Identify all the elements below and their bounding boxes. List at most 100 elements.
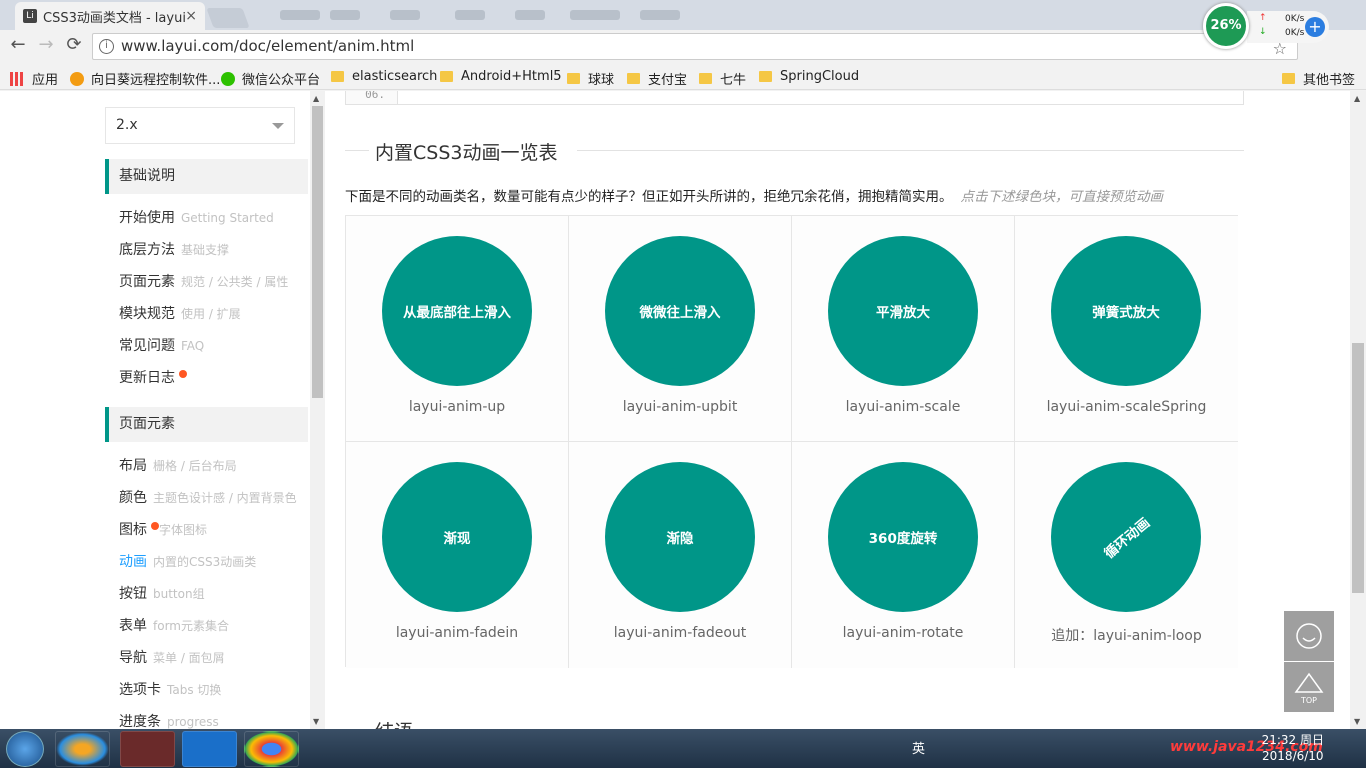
chrome-taskbar-icon[interactable] [244, 731, 299, 767]
sidebar-item-animation[interactable]: 动画 内置的CSS3动画类 [119, 551, 256, 571]
scroll-up-icon[interactable]: ▲ [1354, 94, 1360, 103]
new-dot-icon [151, 522, 159, 530]
sidebar-scrollbar[interactable]: ▲ ▼ [310, 91, 325, 729]
bookmark-qiniu[interactable]: 七牛 [699, 69, 746, 88]
anim-preview-rotate[interactable]: 360度旋转 [828, 462, 978, 612]
url-text: www.layui.com/doc/element/anim.html [121, 37, 415, 55]
layui-favicon-icon: Li [23, 9, 37, 23]
reload-icon[interactable]: ⟳ [60, 34, 88, 55]
new-tab-button[interactable] [206, 8, 250, 28]
sidebar-item-tabs[interactable]: 选项卡 Tabs 切换 [119, 679, 221, 699]
sidebar-item-icon[interactable]: 图标 字体图标 [119, 519, 207, 539]
anim-class-name: layui-anim-up [408, 399, 506, 415]
sidebar-item-getting-started[interactable]: 开始使用 Getting Started [119, 207, 274, 227]
bookmark-apps[interactable]: 应用 [10, 69, 58, 88]
anim-cell: 循环动画 追加：layui-anim-loop [1015, 442, 1238, 668]
sidebar-scroll-thumb[interactable] [312, 106, 323, 398]
bookmark-elasticsearch[interactable]: elasticsearch [331, 69, 437, 84]
smile-icon [1296, 623, 1322, 649]
bookmark-springcloud[interactable]: SpringCloud [759, 69, 859, 84]
code-block: 06. [345, 91, 1244, 105]
site-info-icon[interactable]: i [99, 39, 114, 54]
scroll-down-icon[interactable]: ▼ [313, 717, 319, 726]
page-scroll-thumb[interactable] [1352, 343, 1364, 593]
sidebar-item-changelog[interactable]: 更新日志 [119, 367, 187, 387]
bookmark-other[interactable]: 其他书签 [1282, 69, 1355, 88]
blurred-region [390, 10, 420, 20]
upload-speed: 0K/s [1285, 14, 1305, 24]
scroll-up-icon[interactable]: ▲ [313, 94, 319, 103]
folder-icon [440, 71, 453, 82]
anim-cell: 平滑放大 layui-anim-scale [792, 216, 1015, 442]
download-arrow-icon: ↓ [1259, 27, 1267, 37]
taskbar-app-icon[interactable] [120, 731, 175, 767]
upload-arrow-icon: ↑ [1259, 13, 1267, 23]
anim-preview-loop[interactable]: 循环动画 [1051, 462, 1201, 612]
folder-icon [1282, 73, 1295, 84]
sidebar-item-base-methods[interactable]: 底层方法 基础支撑 [119, 239, 229, 259]
anim-preview-fadein[interactable]: 渐现 [382, 462, 532, 612]
description: 下面是不同的动画类名，数量可能有点少的样子？但正如开头所讲的，拒绝冗余花俏，拥抱… [345, 189, 1163, 205]
url-bar[interactable]: i www.layui.com/doc/element/anim.html ☆ [92, 33, 1298, 60]
taskbar-app-icon[interactable] [182, 731, 237, 767]
sidebar-item-module-spec[interactable]: 模块规范 使用 / 扩展 [119, 303, 241, 323]
folder-icon [567, 73, 580, 84]
sidebar-item-form[interactable]: 表单 form元素集合 [119, 615, 229, 635]
folder-icon [699, 73, 712, 84]
anim-preview-fadeout[interactable]: 渐隐 [605, 462, 755, 612]
anim-preview-scalespring[interactable]: 弹簧式放大 [1051, 236, 1201, 386]
sidebar-item-nav[interactable]: 导航 菜单 / 面包屑 [119, 647, 225, 667]
sidebar-item-progress[interactable]: 进度条 progress [119, 711, 219, 729]
bookmark-wechat[interactable]: 微信公众平台 [221, 69, 320, 88]
code-line-number: 06. [346, 91, 398, 104]
plus-icon[interactable]: + [1305, 17, 1325, 37]
new-dot-icon [179, 370, 187, 378]
back-to-top-button[interactable]: TOP [1284, 662, 1334, 712]
anim-class-name: layui-anim-rotate [842, 625, 964, 641]
sidebar-item-color[interactable]: 颜色 主题色设计感 / 内置背景色 [119, 487, 297, 507]
anim-class-name: layui-anim-scale [845, 399, 961, 415]
back-arrow-icon[interactable]: ← [4, 34, 32, 55]
blurred-region [280, 10, 320, 20]
anim-preview-scale[interactable]: 平滑放大 [828, 236, 978, 386]
folder-icon [627, 73, 640, 84]
sidebar-item-layout[interactable]: 布局 栅格 / 后台布局 [119, 455, 237, 475]
bookmark-alipay[interactable]: 支付宝 [627, 69, 687, 88]
sidebar-item-faq[interactable]: 常见问题 FAQ [119, 335, 204, 355]
browser-tab[interactable]: Li CSS3动画类文档 - layui × [15, 2, 205, 30]
ime-indicator[interactable]: 英 [912, 738, 925, 757]
sidebar-section-basics: 基础说明 [105, 159, 308, 194]
start-button[interactable] [6, 731, 44, 767]
sidebar-section-elements: 页面元素 [105, 407, 308, 442]
tab-close-icon[interactable]: × [185, 8, 197, 24]
sunflower-icon [70, 71, 84, 86]
bookmark-qiuqiu[interactable]: 球球 [567, 69, 614, 88]
folder-icon [759, 71, 772, 82]
apps-icon [10, 71, 24, 86]
heading-text: 内置CSS3动画一览表 [375, 138, 558, 165]
anim-class-name: layui-anim-fadeout [613, 625, 747, 641]
network-speed-widget[interactable]: ↑ 0K/s ↓ 0K/s + 26% [1203, 3, 1329, 49]
animation-grid: 从最底部往上滑入 layui-anim-up 微微往上滑入 layui-anim… [345, 215, 1238, 668]
taskbar-app-icon[interactable] [55, 731, 110, 767]
version-select[interactable]: 2.x [105, 107, 295, 144]
bookmark-android[interactable]: Android+Html5 [440, 69, 562, 84]
anim-class-name: layui-anim-upbit [622, 399, 738, 415]
bookmark-sunflower[interactable]: 向日葵远程控制软件... [70, 69, 220, 88]
anim-cell: 从最底部往上滑入 layui-anim-up [346, 216, 569, 442]
anim-cell: 微微往上滑入 layui-anim-upbit [569, 216, 792, 442]
anim-class-name: 追加：layui-anim-loop [1051, 628, 1202, 644]
system-clock[interactable]: 21:32 周日 2018/6/10 [1262, 732, 1324, 764]
scroll-down-icon[interactable]: ▼ [1354, 717, 1360, 726]
sidebar-item-page-elements[interactable]: 页面元素 规范 / 公共类 / 属性 [119, 271, 288, 291]
blurred-region [330, 10, 360, 20]
page-scrollbar[interactable]: ▲ ▼ [1350, 91, 1366, 729]
anim-preview-upbit[interactable]: 微微往上滑入 [605, 236, 755, 386]
speed-pane: ↑ 0K/s ↓ 0K/s + [1247, 11, 1329, 43]
anim-cell: 渐现 layui-anim-fadein [346, 442, 569, 668]
tab-title: CSS3动画类文档 - layui [43, 10, 186, 26]
forward-arrow-icon[interactable]: → [32, 34, 60, 55]
sidebar-item-button[interactable]: 按钮 button组 [119, 583, 205, 603]
anim-preview-up[interactable]: 从最底部往上滑入 [382, 236, 532, 386]
feedback-button[interactable] [1284, 611, 1334, 661]
